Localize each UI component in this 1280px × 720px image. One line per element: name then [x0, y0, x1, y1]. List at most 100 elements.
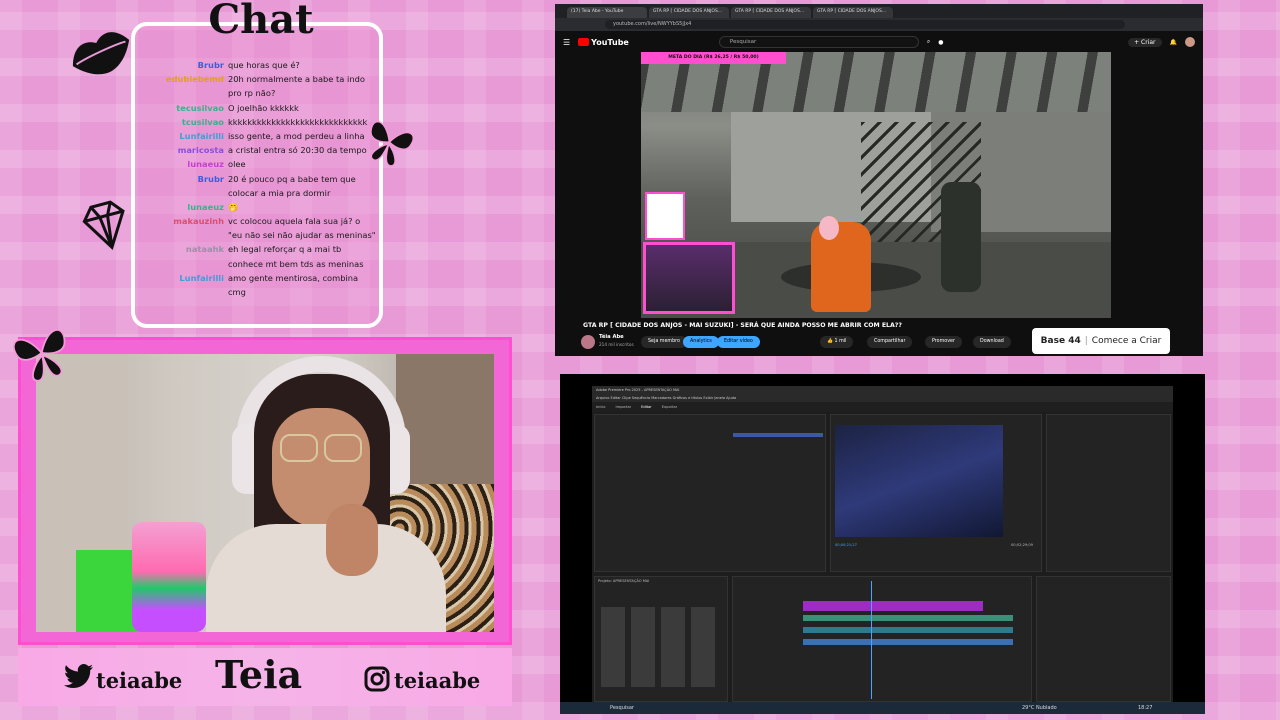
butterfly-icon: [10, 322, 74, 386]
chat-message: lunaeuz 🤭: [140, 200, 380, 214]
chat-username[interactable]: lunaeuz: [140, 157, 228, 171]
chat-text: 20 é pouco pq a babe tem que: [228, 173, 356, 184]
mic-icon[interactable]: ●: [938, 39, 943, 46]
download-button[interactable]: Download: [973, 336, 1011, 348]
chat-message: lunaeuz olee: [140, 157, 380, 171]
chat-text: conhece mt bem tds as meninas: [228, 258, 364, 269]
youtube-logo[interactable]: YouTube: [578, 38, 629, 47]
subscriber-count: 214 mil inscritos: [599, 342, 634, 347]
edit-video-button[interactable]: Editar vídeo: [717, 336, 760, 348]
youtube-window: (17) Teia Abe - YouTube GTA RP [ CIDADE …: [555, 4, 1203, 356]
chat-message: nataahk eh legal reforçar q a mai tb: [140, 242, 380, 256]
chat-text: kkkkkkkkkkkkkkkkkkkkkkkkkkkkk: [228, 116, 368, 127]
chat-username[interactable]: nataahk: [140, 242, 228, 256]
analytics-button[interactable]: Analytics: [683, 336, 719, 348]
channel-name[interactable]: Téia Abe: [599, 334, 624, 340]
chat-message: pro rp não?: [140, 86, 380, 100]
premiere-menubar: Arquivo Editar Clipe Sequência Marcadore…: [592, 394, 1173, 402]
tab-home[interactable]: Início: [596, 405, 606, 409]
chat-username[interactable]: maricosta: [140, 143, 228, 157]
chat-username[interactable]: [140, 285, 228, 299]
chat-message: maricosta a cristal entra só 20:30 da tem…: [140, 143, 380, 157]
chat-username[interactable]: [140, 257, 228, 271]
join-button[interactable]: Seja membro: [641, 336, 687, 348]
project-panel[interactable]: Projeto: APRESENTAÇÃO MAI: [594, 576, 728, 702]
taskbar-clock: 18:27: [1138, 705, 1153, 711]
windows-taskbar: Pesquisar 29°C Nublado 18:27: [560, 702, 1205, 714]
twitter-handle: teiaabe: [96, 668, 183, 693]
chat-messages: Brubr que horas que é? edubiebemd 20h norma…: [140, 58, 380, 299]
chat-username[interactable]: tecusilvao: [140, 101, 228, 115]
chat-message: conhece mt bem tds as meninas: [140, 257, 380, 271]
chat-username[interactable]: Brubr: [140, 172, 228, 186]
menu-icon[interactable]: ☰: [563, 38, 570, 47]
video-player[interactable]: META DO DIA (R$ 26,25 / R$ 50,00): [641, 52, 1111, 318]
webcam-video: [36, 354, 494, 632]
properties-panel[interactable]: [1036, 576, 1171, 702]
taskbar-search[interactable]: Pesquisar: [610, 705, 634, 711]
chat-message: Lunfairilli isso gente, a mod perdeu a li…: [140, 129, 380, 143]
chat-username[interactable]: lunaeuz: [140, 200, 228, 214]
brand-name: Teia: [215, 652, 303, 697]
chat-username[interactable]: [140, 228, 228, 242]
lips-icon: [66, 22, 136, 84]
chat-username[interactable]: Lunfairilli: [140, 271, 228, 285]
ad-cta: Comece a Criar: [1091, 336, 1162, 346]
goal-banner: META DO DIA (R$ 26,25 / R$ 50,00): [641, 52, 786, 64]
effects-panel[interactable]: [1046, 414, 1171, 572]
notification-icon[interactable]: 🔔: [1170, 39, 1177, 46]
chat-message: makauzinh vc colocou aquela fala sua já? …: [140, 214, 380, 228]
chat-username[interactable]: [140, 186, 228, 200]
premiere-window: Adobe Premiere Pro 2025 - APRESENTAÇÃO M…: [560, 374, 1205, 714]
chat-text: 🤭: [228, 201, 239, 212]
browser-tabs: (17) Teia Abe - YouTube GTA RP [ CIDADE …: [555, 4, 1203, 18]
chat-text: 20h normalmente a babe ta indo: [228, 74, 365, 85]
chat-message: Lunfairilli amo gente mentirosa, combina: [140, 271, 380, 285]
chat-text: eh legal reforçar q a mai tb: [228, 244, 342, 255]
like-button[interactable]: 👍 1 mil: [820, 336, 854, 348]
thumbs-up-icon: 👍: [827, 339, 835, 344]
browser-tab[interactable]: GTA RP [ CIDADE DOS ANJOS...: [649, 7, 729, 18]
chat-message: edubiebemd 20h normalmente a babe ta indo: [140, 72, 380, 86]
chat-text: O joelhão kkkkkk: [228, 102, 299, 113]
channel-avatar[interactable]: [581, 335, 595, 349]
ad-banner[interactable]: Base 44 | Comece a Criar: [1032, 328, 1170, 354]
search-icon[interactable]: ⌕: [927, 38, 930, 46]
like-count: 1 mil: [834, 339, 847, 344]
share-button[interactable]: Compartilhar: [867, 336, 913, 348]
browser-tab[interactable]: GTA RP [ CIDADE DOS ANJOS...: [813, 7, 893, 18]
chat-username[interactable]: edubiebemd: [140, 72, 228, 86]
url-field[interactable]: youtube.com/live/NWYYbS5jJx4: [605, 20, 1125, 29]
chat-username[interactable]: Brubr: [140, 58, 228, 72]
tab-edit[interactable]: Editar: [641, 405, 652, 409]
qr-code: [645, 192, 685, 240]
chat-text: que horas que é?: [228, 60, 300, 70]
tab-import[interactable]: Importar: [616, 405, 632, 409]
youtube-header: ☰ YouTube Pesquisar ⌕ ● + Criar 🔔: [555, 31, 1203, 53]
effect-controls-panel[interactable]: [594, 414, 826, 572]
chat-username[interactable]: Lunfairilli: [140, 129, 228, 143]
chat-text: pro rp não?: [228, 88, 276, 99]
create-button[interactable]: + Criar: [1128, 37, 1162, 47]
chat-text: a cristal entra só 20:30 da tempo: [228, 145, 367, 156]
chat-username[interactable]: makauzinh: [140, 214, 228, 228]
butterfly-icon: [362, 118, 416, 168]
facecam-overlay: [643, 242, 735, 314]
chat-message: colocar a mia pra dormir: [140, 186, 380, 200]
chat-text: "eu não sei não ajudar as meninas": [228, 230, 376, 241]
ad-brand: Base 44: [1040, 336, 1081, 346]
avatar[interactable]: [1185, 37, 1195, 47]
chat-username[interactable]: tcusilvao: [140, 115, 228, 129]
youtube-logo-text: YouTube: [591, 37, 629, 47]
search-input[interactable]: Pesquisar: [718, 36, 919, 48]
program-monitor[interactable]: 00;00;21;27 00;02;29;09: [830, 414, 1042, 572]
chat-message: cmg: [140, 285, 380, 299]
browser-tab[interactable]: GTA RP [ CIDADE DOS ANJOS...: [731, 7, 811, 18]
chat-text: colocar a mia pra dormir: [228, 187, 331, 198]
chat-text: vc colocou aquela fala sua já? o: [228, 216, 361, 227]
promote-button[interactable]: Promover: [925, 336, 962, 348]
timeline-panel[interactable]: [732, 576, 1032, 702]
browser-tab[interactable]: (17) Teia Abe - YouTube: [567, 7, 647, 18]
chat-username[interactable]: [140, 86, 228, 100]
tab-export[interactable]: Exportar: [662, 405, 677, 409]
